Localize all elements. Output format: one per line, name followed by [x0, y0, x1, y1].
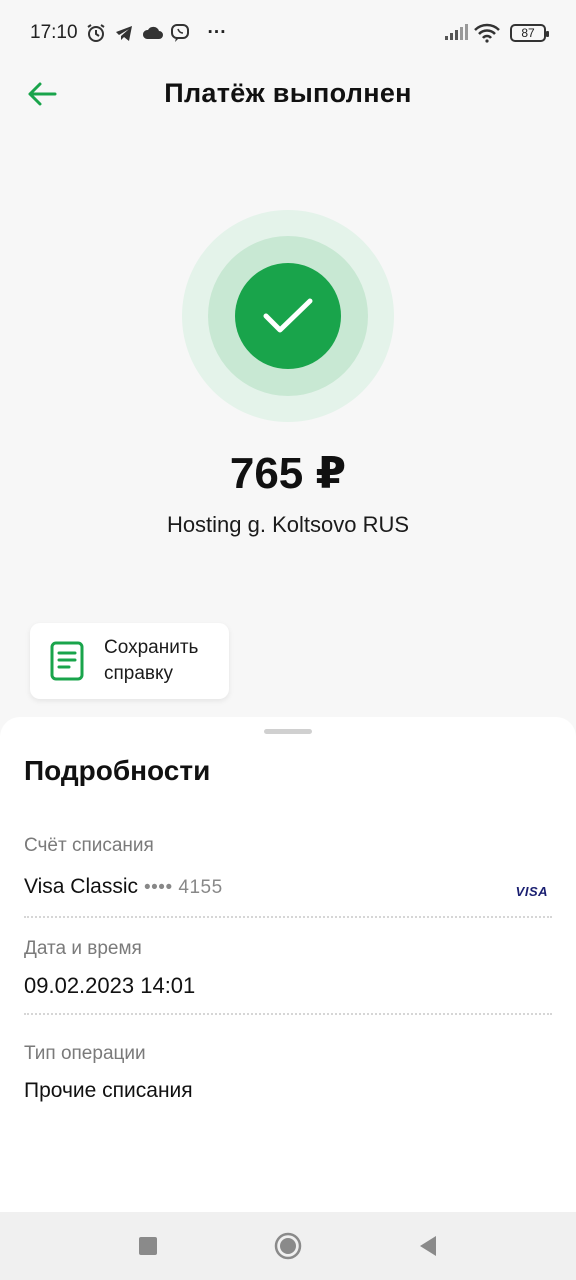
- details-sheet: Подробности Счёт списания Visa Classic ••…: [0, 717, 576, 1212]
- viber-icon: [170, 23, 190, 43]
- header: Платёж выполнен: [0, 66, 576, 120]
- datetime-label: Дата и время: [24, 938, 142, 959]
- save-receipt-label: Сохранить справку: [104, 637, 199, 684]
- back-button[interactable]: [24, 76, 60, 112]
- alarm-icon: [86, 23, 106, 43]
- signal-icon: [444, 23, 468, 43]
- divider: [24, 916, 552, 918]
- operation-label: Тип операции: [24, 1043, 146, 1064]
- telegram-icon: [114, 23, 134, 43]
- account-name: Visa Classic: [24, 875, 138, 898]
- wifi-icon: [474, 23, 500, 43]
- save-receipt-button[interactable]: Сохранить справку: [30, 623, 229, 699]
- account-mask: •••• 4155: [143, 877, 223, 898]
- battery-level: 87: [521, 26, 535, 40]
- battery-icon: 87: [510, 24, 549, 42]
- back-nav-button[interactable]: [413, 1231, 443, 1261]
- status-right: 87: [444, 23, 549, 43]
- status-time: 17:10: [30, 22, 78, 43]
- success-circle: [235, 263, 341, 369]
- success-badge: [182, 210, 394, 422]
- more-notifications-icon: ···: [207, 22, 227, 43]
- payment-amount: 765 ₽: [229, 449, 347, 498]
- triangle-back-icon: [420, 1236, 436, 1256]
- system-nav-bar: [0, 1212, 576, 1280]
- merchant-name: Hosting g. Koltsovo RUS: [166, 512, 410, 537]
- account-value: Visa Classic •••• 4155: [24, 875, 223, 899]
- circle-icon: [274, 1232, 302, 1260]
- recents-button[interactable]: [133, 1231, 163, 1261]
- status-bar: 17:10 ··· 87: [0, 0, 576, 66]
- account-label: Счёт списания: [24, 835, 154, 856]
- status-left: 17:10 ···: [30, 22, 227, 44]
- home-button[interactable]: [273, 1231, 303, 1261]
- details-title: Подробности: [24, 755, 211, 786]
- page-title: Платёж выполнен: [164, 77, 412, 108]
- divider: [24, 1013, 552, 1015]
- square-icon: [139, 1237, 157, 1255]
- operation-value: Прочие списания: [24, 1079, 193, 1102]
- document-icon: [50, 641, 84, 681]
- datetime-value: 09.02.2023 14:01: [24, 973, 196, 998]
- cloud-icon: [142, 23, 163, 43]
- arrow-left-icon: [28, 82, 57, 106]
- sheet-drag-handle[interactable]: [264, 729, 312, 734]
- checkmark-icon: [263, 298, 313, 333]
- visa-logo: VISA: [515, 884, 548, 899]
